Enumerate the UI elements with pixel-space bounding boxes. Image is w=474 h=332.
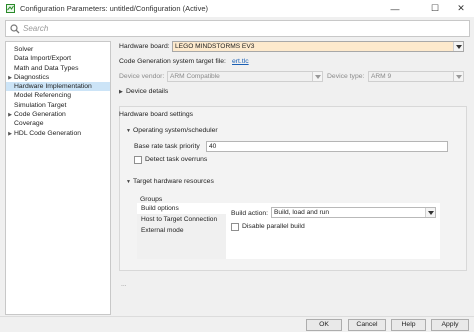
device-type-select[interactable]: ARM 9	[368, 71, 464, 82]
build-action-value: Build, load and run	[274, 209, 329, 216]
os-scheduler-section[interactable]: ▼ Operating system/scheduler	[126, 127, 218, 134]
tree-item-simulation-target[interactable]: Simulation Target	[6, 101, 110, 110]
disable-parallel-build-checkbox[interactable]	[231, 223, 239, 231]
target-file-link[interactable]: ert.tlc	[232, 58, 249, 65]
build-action-select[interactable]: Build, load and run	[271, 207, 436, 218]
tree-item-math-and-data-types[interactable]: Math and Data Types	[6, 64, 110, 73]
target-file-label: Code Generation system target file:	[119, 58, 226, 65]
tree-item-solver[interactable]: Solver	[6, 45, 110, 54]
target-resources-label: Target hardware resources	[133, 178, 214, 185]
tree-item-coverage[interactable]: Coverage	[6, 119, 110, 128]
tree-item-label: HDL Code Generation	[14, 129, 81, 137]
target-resources-section[interactable]: ▼ Target hardware resources	[126, 178, 214, 185]
chevron-down-icon	[453, 42, 463, 51]
close-icon: ✕	[457, 3, 465, 13]
ok-button[interactable]: OK	[306, 319, 342, 331]
detect-overruns-label: Detect task overruns	[145, 156, 208, 163]
help-button[interactable]: Help	[391, 319, 426, 331]
collapse-arrow-icon: ▼	[126, 179, 131, 185]
device-vendor-select[interactable]: ARM Compatible	[167, 71, 323, 82]
close-button[interactable]: ✕	[448, 0, 474, 17]
group-host-to-target[interactable]: Host to Target Connection	[137, 214, 226, 225]
search-icon	[10, 23, 20, 34]
hardware-board-select[interactable]: LEGO MINDSTORMS EV3	[172, 41, 464, 52]
more-ellipsis: ...	[121, 281, 127, 288]
title-bar: Configuration Parameters: untitled/Confi…	[0, 0, 474, 17]
hardware-board-value: LEGO MINDSTORMS EV3	[175, 43, 255, 50]
build-action-label: Build action:	[231, 210, 269, 217]
expand-arrow-icon[interactable]: ▶	[6, 130, 14, 139]
chevron-down-icon	[425, 208, 435, 217]
minimize-icon: —	[390, 3, 400, 14]
search-input[interactable]: Search	[5, 20, 470, 37]
search-placeholder: Search	[23, 24, 49, 33]
tree-item-label: Data Import/Export	[14, 55, 72, 63]
groups-list: Build options Host to Target Connection …	[137, 203, 226, 259]
minimize-button[interactable]: —	[382, 0, 408, 17]
tree-item-label: Model Referencing	[14, 92, 72, 100]
simulink-icon	[6, 4, 15, 13]
maximize-icon: ☐	[430, 3, 440, 13]
board-settings-title: Hardware board settings	[119, 111, 194, 118]
device-type-value: ARM 9	[371, 73, 392, 80]
group-external-mode[interactable]: External mode	[137, 225, 226, 236]
tree-item-label: Diagnostics	[14, 73, 50, 81]
tree-item-label: Simulation Target	[14, 101, 67, 109]
tree-item-diagnostics[interactable]: ▶ Diagnostics	[6, 73, 110, 82]
apply-button[interactable]: Apply	[431, 319, 469, 331]
tree-item-hardware-implementation[interactable]: Hardware Implementation	[6, 82, 110, 92]
tree-item-label: Coverage	[14, 120, 44, 128]
tree-item-label: Solver	[14, 46, 34, 53]
tree-item-label: Code Generation	[14, 111, 66, 119]
collapse-arrow-icon: ▼	[126, 128, 131, 134]
window-title: Configuration Parameters: untitled/Confi…	[20, 4, 209, 13]
chevron-down-icon	[453, 72, 463, 81]
expand-arrow-icon: ▶	[119, 89, 123, 95]
maximize-button[interactable]: ☐	[422, 0, 448, 17]
device-details-toggle[interactable]: ▶ Device details	[119, 88, 168, 95]
category-tree: Solver Data Import/Export Math and Data …	[5, 41, 111, 315]
chevron-down-icon	[312, 72, 322, 81]
tree-item-hdl-code-generation[interactable]: ▶ HDL Code Generation	[6, 129, 110, 138]
device-details-label: Device details	[126, 88, 169, 95]
button-bar: OK Cancel Help Apply	[0, 316, 474, 332]
tree-item-code-generation[interactable]: ▶ Code Generation	[6, 110, 110, 119]
device-type-label: Device type:	[327, 73, 365, 80]
groups-label: Groups	[140, 196, 163, 203]
base-rate-label: Base rate task priority	[134, 143, 200, 150]
group-build-options[interactable]: Build options	[137, 203, 226, 214]
base-rate-input[interactable]: 40	[206, 141, 448, 152]
cancel-button[interactable]: Cancel	[348, 319, 386, 331]
hardware-board-label: Hardware board:	[119, 43, 170, 50]
os-scheduler-label: Operating system/scheduler	[133, 127, 218, 134]
tree-item-model-referencing[interactable]: Model Referencing	[6, 91, 110, 100]
device-vendor-label: Device vendor:	[119, 73, 165, 80]
tree-item-data-import-export[interactable]: Data Import/Export	[6, 54, 110, 63]
device-vendor-value: ARM Compatible	[170, 73, 220, 80]
tree-item-label: Math and Data Types	[14, 64, 79, 72]
detect-overruns-checkbox[interactable]	[134, 156, 142, 164]
disable-parallel-build-label: Disable parallel build	[242, 223, 305, 230]
tree-item-label: Hardware Implementation	[14, 83, 92, 91]
